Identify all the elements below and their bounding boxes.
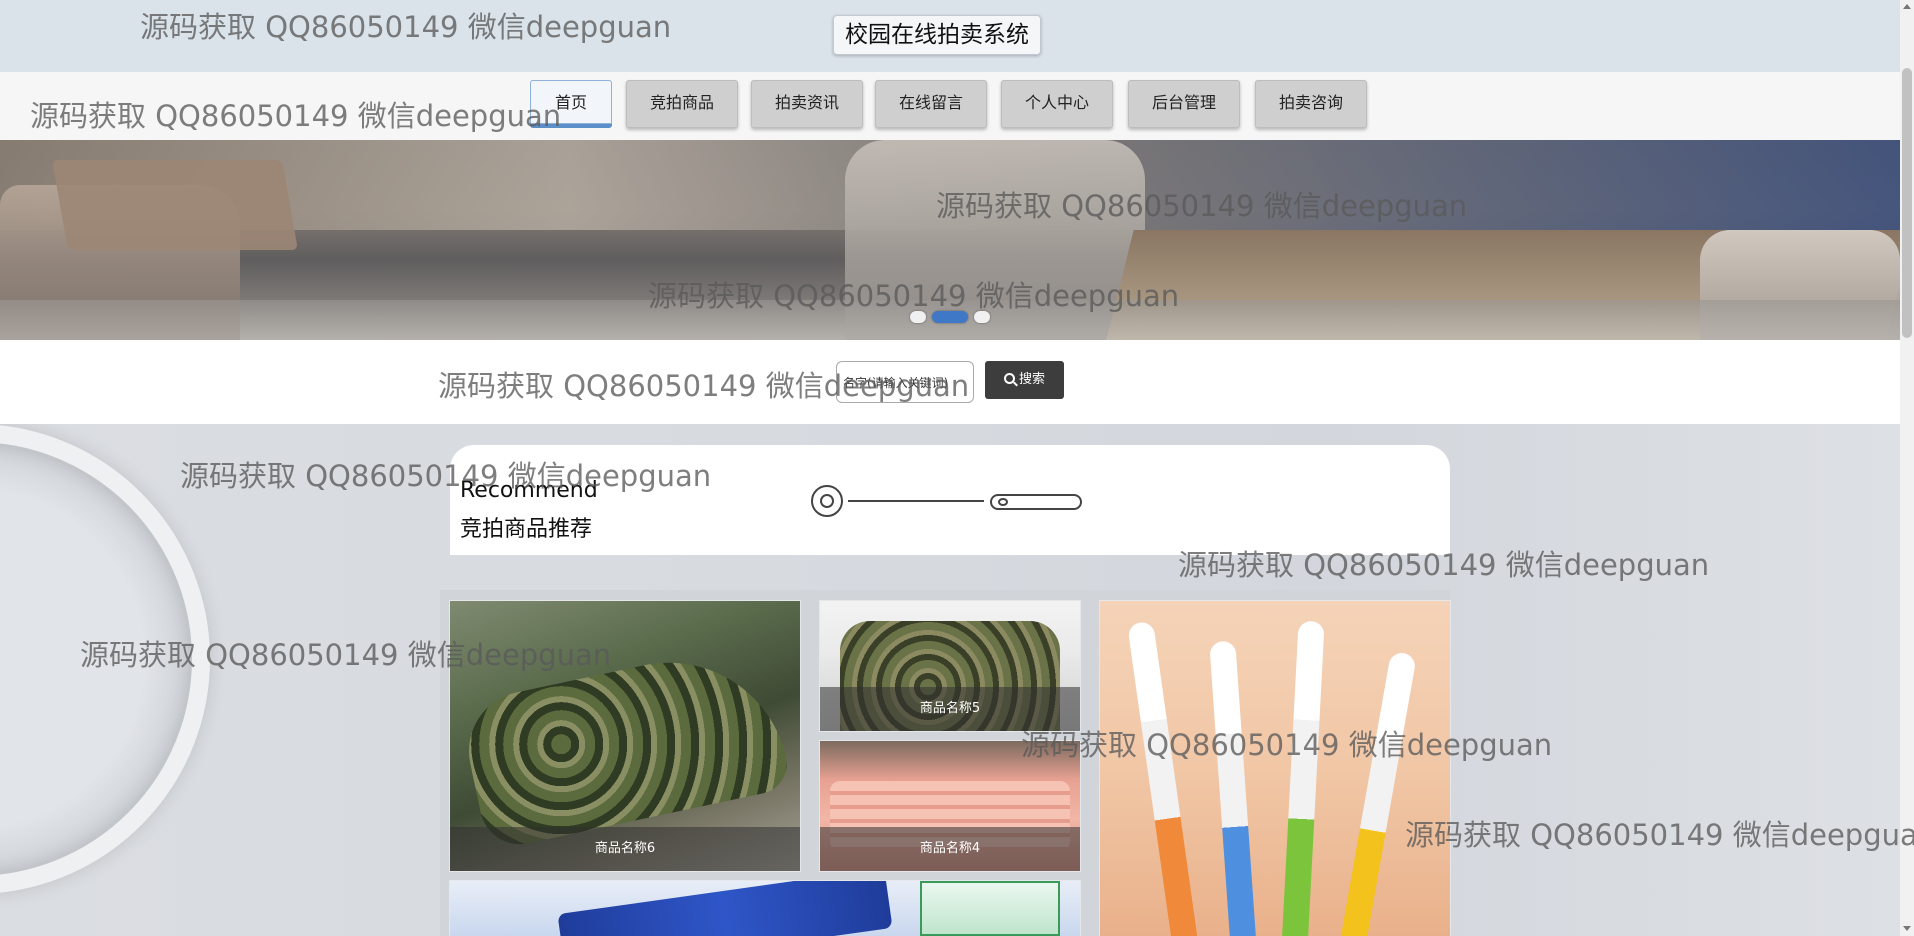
scrollbar-thumb[interactable] [1902, 68, 1912, 338]
product-card[interactable]: 商品名称4 [820, 741, 1080, 871]
section-title-en: Recommend [460, 478, 598, 503]
search-button-label: 搜索 [1018, 372, 1045, 387]
product-card[interactable] [450, 881, 1080, 936]
product-name: 商品名称6 [450, 827, 800, 871]
nav-item-auction-consult[interactable]: 拍卖咨询 [1255, 80, 1367, 128]
product-card[interactable]: 商品名称5 [820, 601, 1080, 731]
product-image [1127, 620, 1199, 936]
product-image [557, 881, 893, 936]
product-name: 商品名称5 [820, 687, 1080, 731]
nav-item-personal-center[interactable]: 个人中心 [1001, 80, 1113, 128]
scroll-down-icon[interactable] [1903, 926, 1911, 931]
decorative-pill-icon [990, 494, 1082, 510]
decorative-circle-icon [811, 485, 843, 517]
nav-item-admin[interactable]: 后台管理 [1128, 80, 1240, 128]
product-image [457, 640, 793, 852]
main-nav: 首页 竞拍商品 拍卖资讯 在线留言 个人中心 后台管理 拍卖咨询 [0, 72, 1900, 140]
search-icon [1003, 373, 1015, 384]
carousel-dot-2[interactable] [932, 311, 968, 323]
search-input[interactable] [836, 361, 974, 403]
search-button[interactable]: 搜索 [985, 361, 1064, 399]
nav-item-auction-goods[interactable]: 竞拍商品 [626, 80, 738, 128]
carousel-dot-3[interactable] [974, 311, 990, 323]
site-title: 校园在线拍卖系统 [833, 15, 1041, 55]
top-header-bar: 校园在线拍卖系统 [0, 0, 1900, 72]
carousel-dot-1[interactable] [910, 311, 926, 323]
product-card[interactable]: 商品名称6 [450, 601, 800, 871]
banner-carousel [0, 140, 1900, 340]
nav-item-online-message[interactable]: 在线留言 [875, 80, 987, 128]
search-bar: 搜索 [0, 340, 1900, 424]
nav-item-home[interactable]: 首页 [530, 80, 612, 128]
nav-item-auction-news[interactable]: 拍卖资讯 [751, 80, 863, 128]
section-title-cn: 竞拍商品推荐 [460, 517, 593, 542]
scroll-up-icon[interactable] [1903, 4, 1911, 9]
product-card[interactable] [1100, 601, 1450, 936]
decorative-plate [0, 424, 210, 894]
section-header: Recommend 竞拍商品推荐 [450, 445, 1450, 555]
product-name: 商品名称4 [820, 827, 1080, 871]
decorative-line [848, 500, 984, 502]
